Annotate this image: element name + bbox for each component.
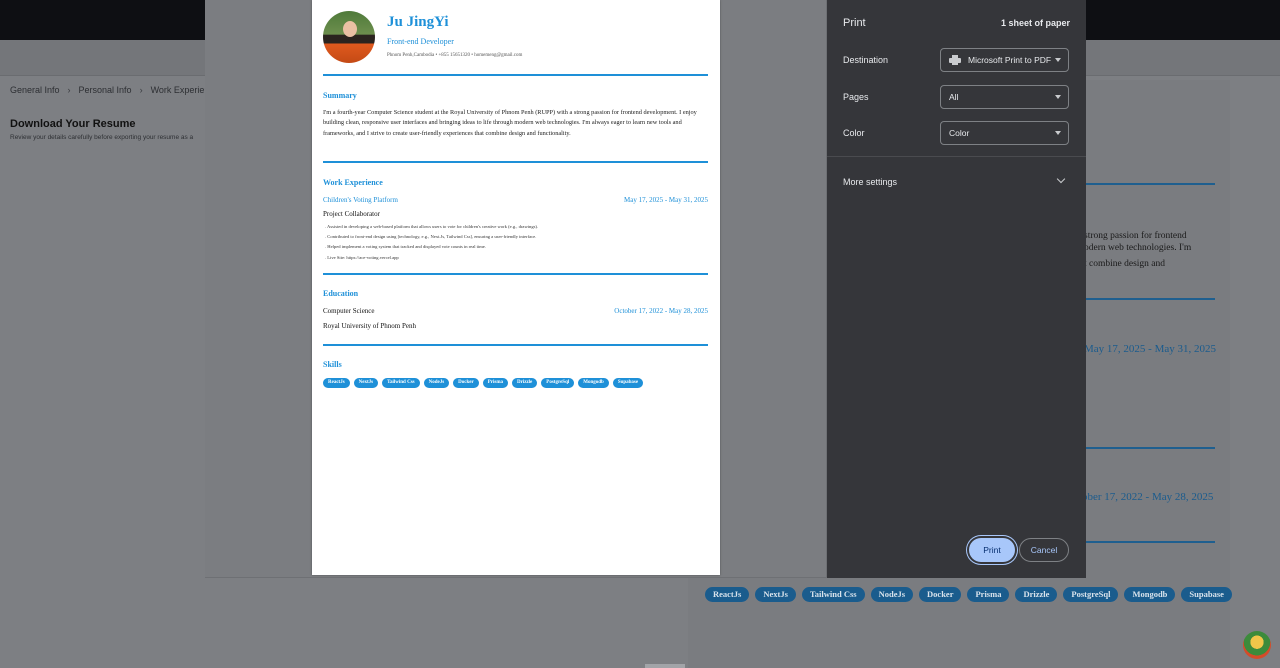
page-title: Download Your Resume — [10, 118, 136, 130]
preview-summary-fragment: odern web technologies. I'm — [1084, 243, 1192, 253]
skill-chip: Docker — [453, 378, 479, 388]
destination-label: Destination — [843, 55, 889, 65]
skill-chip: Drizzle — [512, 378, 538, 388]
skill-chip: NextJs — [353, 378, 379, 388]
skill-chip: Supabase — [1181, 587, 1232, 602]
resume-role: Front-end Developer — [387, 37, 454, 46]
print-button[interactable]: Print — [969, 538, 1015, 562]
color-label: Color — [843, 128, 865, 138]
resume-name: Ju JingYi — [387, 14, 449, 30]
chevron-right-icon: › — [67, 85, 71, 95]
sheet-count: 1 sheet of paper — [1000, 18, 1070, 28]
breadcrumb-personal-info[interactable]: Personal Info — [79, 85, 132, 95]
breadcrumb: General Info › Personal Info › Work Expe… — [10, 85, 219, 95]
destination-select[interactable]: Microsoft Print to PDF — [940, 48, 1069, 72]
skill-chip: Tailwind Css — [382, 378, 420, 388]
floating-avatar-icon[interactable] — [1243, 631, 1271, 659]
breadcrumb-general-info[interactable]: General Info — [10, 85, 60, 95]
preview-summary-fragment: t combine design and — [1084, 259, 1165, 269]
skill-chip: NextJs — [755, 587, 796, 602]
work-heading: Work Experience — [323, 178, 383, 187]
skills-list: ReactJs NextJs Tailwind Css NodeJs Docke… — [323, 378, 644, 388]
education-dates: October 17, 2022 - May 28, 2025 — [614, 307, 708, 315]
skill-chip: NodeJs — [870, 587, 914, 602]
education-school: Royal University of Phnom Penh — [323, 322, 416, 330]
work-dates: May 17, 2025 - May 31, 2025 — [624, 196, 708, 204]
skill-chip: Docker — [919, 587, 962, 602]
dialog-divider — [827, 156, 1086, 157]
skill-chip: Mongodb — [1124, 587, 1176, 602]
print-dialog-title: Print — [843, 17, 866, 29]
skill-chip: PostgreSql — [1063, 587, 1119, 602]
preview-skills: ReactJs NextJs Tailwind Css NodeJs Docke… — [705, 587, 1232, 602]
skill-chip: Mongodb — [578, 378, 609, 388]
preview-divider — [1086, 447, 1215, 449]
skill-chip: Supabase — [612, 378, 644, 388]
resume-contact: Phnom Penh,Cambodia • +855 15651320 • ho… — [387, 53, 523, 58]
skill-chip: Drizzle — [1015, 587, 1058, 602]
caret-down-icon — [1055, 95, 1061, 99]
preview-work-date: May 17, 2025 - May 31, 2025 — [1084, 343, 1216, 355]
section-divider — [323, 161, 708, 163]
skill-chip: Prisma — [967, 587, 1010, 602]
print-preview-page: Ju JingYi Front-end Developer Phnom Penh… — [312, 0, 720, 575]
profile-photo — [323, 11, 375, 63]
skills-heading: Skills — [323, 360, 342, 369]
color-select[interactable]: Color — [940, 121, 1069, 145]
section-divider — [323, 344, 708, 346]
work-title: Children's Voting Platform — [323, 196, 398, 204]
page-subtitle: Review your details carefully before exp… — [10, 134, 194, 141]
section-divider — [323, 74, 708, 76]
pages-value: All — [949, 92, 959, 102]
skill-chip: ReactJs — [705, 587, 750, 602]
education-heading: Education — [323, 289, 359, 298]
cancel-button[interactable]: Cancel — [1019, 538, 1069, 562]
preview-divider — [1086, 298, 1215, 300]
skill-chip: NodeJs — [423, 378, 450, 388]
list-item: . Assisted in developing a web-based pla… — [325, 224, 539, 229]
summary-text: I'm a fourth-year Computer Science stude… — [323, 109, 697, 137]
skill-chip: Prisma — [482, 378, 508, 388]
scrollbar[interactable] — [645, 664, 685, 668]
color-value: Color — [949, 128, 970, 138]
work-position: Project Collaborator — [323, 210, 380, 218]
skill-chip: ReactJs — [323, 378, 350, 388]
summary-heading: Summary — [323, 91, 357, 100]
pages-select[interactable]: All — [940, 85, 1069, 109]
destination-value: Microsoft Print to PDF — [968, 55, 1052, 65]
pages-label: Pages — [843, 92, 869, 102]
skill-chip: PostgreSql — [541, 378, 575, 388]
preview-education-date: ober 17, 2022 - May 28, 2025 — [1082, 491, 1214, 503]
section-divider — [323, 273, 708, 275]
skill-chip: Tailwind Css — [801, 587, 865, 602]
caret-down-icon — [1055, 58, 1061, 62]
more-settings-toggle[interactable]: More settings — [843, 177, 897, 187]
caret-down-icon — [1055, 131, 1061, 135]
list-item: . Helped implement a voting system that … — [325, 244, 486, 250]
printer-icon — [949, 55, 961, 65]
list-item: . Live Site: https://ace-voting.vercel.a… — [325, 254, 399, 260]
preview-divider — [1086, 183, 1215, 185]
chevron-down-icon[interactable] — [1056, 174, 1066, 184]
preview-divider — [1086, 541, 1215, 543]
chevron-right-icon: › — [139, 85, 143, 95]
print-dialog: Print 1 sheet of paper Destination Micro… — [827, 0, 1086, 578]
education-degree: Computer Science — [323, 307, 375, 315]
list-item: . Contributed to front-end design using … — [325, 234, 537, 240]
work-bullets: . Assisted in developing a web-based pla… — [325, 222, 538, 263]
